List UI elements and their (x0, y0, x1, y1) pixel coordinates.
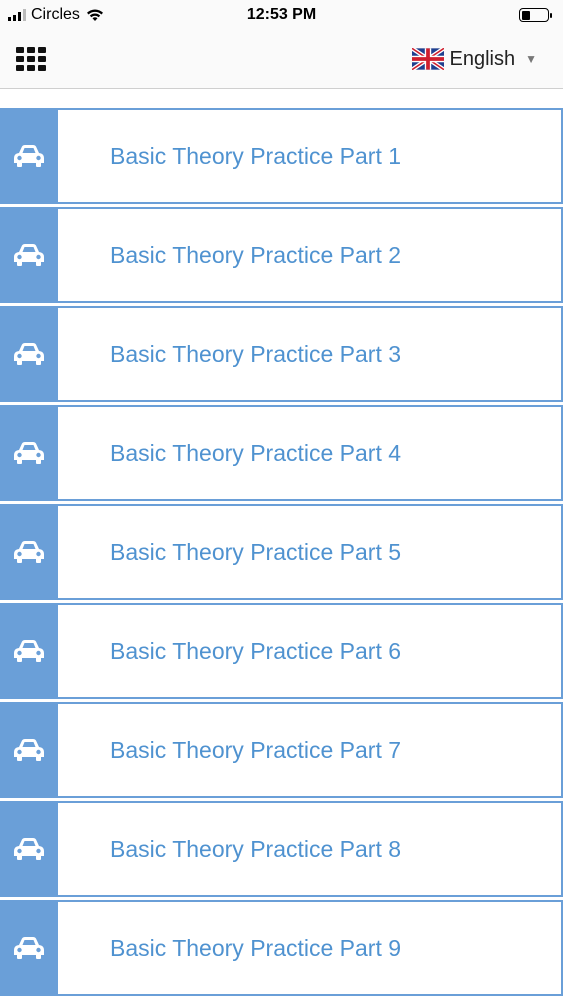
uk-flag-icon (411, 48, 444, 70)
lesson-icon-box (2, 605, 56, 697)
lesson-item-4[interactable]: Basic Theory Practice Part 4 (0, 405, 563, 501)
car-icon (14, 541, 44, 563)
car-icon (14, 640, 44, 662)
lesson-label: Basic Theory Practice Part 2 (56, 209, 561, 301)
lesson-icon-box (2, 308, 56, 400)
app-header: English ▼ (0, 30, 563, 89)
status-bar: Circles 12:53 PM (0, 0, 563, 30)
lesson-label: Basic Theory Practice Part 6 (56, 605, 561, 697)
lesson-item-3[interactable]: Basic Theory Practice Part 3 (0, 306, 563, 402)
carrier-name: Circles (31, 6, 80, 23)
lesson-icon-box (2, 209, 56, 301)
car-icon (14, 145, 44, 167)
lesson-label: Basic Theory Practice Part 7 (56, 704, 561, 796)
car-icon (14, 244, 44, 266)
lesson-icon-box (2, 902, 56, 994)
lesson-icon-box (2, 407, 56, 499)
lesson-item-1[interactable]: Basic Theory Practice Part 1 (0, 108, 563, 204)
lesson-item-9[interactable]: Basic Theory Practice Part 9 (0, 900, 563, 996)
lesson-label: Basic Theory Practice Part 5 (56, 506, 561, 598)
lesson-list: Basic Theory Practice Part 1 Basic Theor… (0, 108, 563, 999)
lesson-item-7[interactable]: Basic Theory Practice Part 7 (0, 702, 563, 798)
signal-strength-icon (8, 9, 26, 21)
lesson-item-2[interactable]: Basic Theory Practice Part 2 (0, 207, 563, 303)
lesson-label: Basic Theory Practice Part 4 (56, 407, 561, 499)
car-icon (14, 739, 44, 761)
lesson-label: Basic Theory Practice Part 8 (56, 803, 561, 895)
lesson-icon-box (2, 506, 56, 598)
status-left: Circles (8, 6, 105, 24)
lesson-icon-box (2, 704, 56, 796)
lesson-label: Basic Theory Practice Part 1 (56, 110, 561, 202)
lesson-icon-box (2, 110, 56, 202)
lesson-label: Basic Theory Practice Part 3 (56, 308, 561, 400)
lesson-item-5[interactable]: Basic Theory Practice Part 5 (0, 504, 563, 600)
grid-menu-icon[interactable] (16, 47, 46, 71)
language-label: English (449, 47, 516, 70)
lesson-icon-box (2, 803, 56, 895)
car-icon (14, 937, 44, 959)
car-icon (14, 343, 44, 365)
lesson-item-8[interactable]: Basic Theory Practice Part 8 (0, 801, 563, 897)
lesson-label: Basic Theory Practice Part 9 (56, 902, 561, 994)
chevron-down-icon: ▼ (525, 52, 537, 66)
lesson-item-6[interactable]: Basic Theory Practice Part 6 (0, 603, 563, 699)
car-icon (14, 838, 44, 860)
battery-icon (519, 8, 552, 22)
language-selector[interactable]: English ▼ (411, 47, 548, 71)
wifi-icon (86, 9, 103, 21)
car-icon (14, 442, 44, 464)
